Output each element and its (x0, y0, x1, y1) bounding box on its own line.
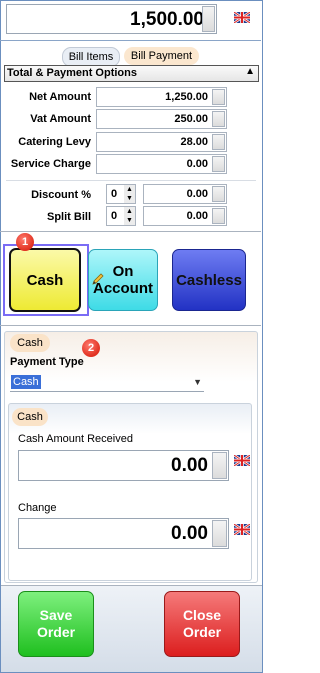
uk-flag-icon (234, 455, 250, 466)
save-order-label: Save Order (36, 607, 76, 640)
catering-levy-label: Catering Levy (18, 136, 91, 148)
net-amount-label: Net Amount (29, 91, 91, 103)
vat-amount-field: 250.00 (96, 109, 227, 129)
cash-button[interactable]: Cash (9, 248, 81, 312)
split-bill-spin-button[interactable] (212, 208, 225, 224)
cash-button-label: Cash (26, 271, 64, 289)
cashless-button[interactable]: Cashless (172, 249, 246, 311)
change-label: Change (18, 502, 57, 514)
split-bill-up-icon[interactable]: ▲ (124, 207, 135, 216)
tab-cash[interactable]: Cash (12, 408, 48, 426)
change-field: 0.00 (18, 518, 229, 549)
pencil-icon (91, 272, 105, 286)
net-amount-spin-button[interactable] (212, 89, 225, 105)
payment-type-value: Cash (11, 375, 41, 389)
net-amount-value: 1,250.00 (165, 91, 208, 103)
payment-type-select[interactable]: Cash ▼ (10, 373, 204, 392)
tab-bill-items[interactable]: Bill Items (62, 47, 120, 67)
split-bill-down-icon[interactable]: ▼ (124, 216, 135, 225)
uk-flag-icon (234, 12, 250, 23)
catering-levy-value: 28.00 (180, 136, 208, 148)
summary-divider (6, 180, 256, 181)
change-value: 0.00 (171, 523, 208, 544)
net-amount-field: 1,250.00 (96, 87, 227, 107)
catering-levy-spin-button[interactable] (212, 134, 225, 150)
service-charge-spin-button[interactable] (212, 156, 225, 172)
cash-received-value: 0.00 (171, 455, 208, 476)
change-spin-button[interactable] (212, 520, 227, 547)
discount-count: 0 (111, 188, 118, 200)
chevron-down-icon[interactable]: ▼ (193, 377, 202, 387)
payment-type-label: Payment Type (10, 356, 84, 368)
service-charge-value: 0.00 (186, 158, 208, 170)
cash-received-spin-button[interactable] (212, 452, 227, 479)
split-bill-count: 0 (111, 210, 118, 222)
vat-amount-label: Vat Amount (30, 113, 91, 125)
discount-down-icon[interactable]: ▼ (124, 194, 135, 203)
split-bill-label: Split Bill (47, 211, 91, 223)
save-order-button[interactable]: Save Order (18, 591, 94, 657)
close-order-label: Close Order (182, 607, 222, 640)
discount-spin-button[interactable] (212, 186, 225, 202)
cash-sub-group (8, 403, 252, 581)
options-divider (0, 231, 261, 232)
cash-received-field[interactable]: 0.00 (18, 450, 229, 481)
service-charge-label: Service Charge (10, 158, 91, 170)
buttons-divider (0, 325, 261, 326)
step-badge-1: 1 (16, 233, 34, 251)
header-divider (0, 40, 261, 41)
tab-bill-payment[interactable]: Bill Payment (124, 47, 199, 65)
discount-label: Discount % (31, 189, 91, 201)
discount-up-icon[interactable]: ▲ (124, 185, 135, 194)
service-charge-field: 0.00 (96, 154, 227, 174)
vat-amount-value: 250.00 (174, 113, 208, 125)
collapse-icon[interactable]: ▲ (245, 66, 255, 77)
close-order-button[interactable]: Close Order (164, 591, 240, 657)
catering-levy-field: 28.00 (96, 132, 227, 152)
section-title: Total & Payment Options (7, 67, 137, 79)
order-total-value: 1,500.00 (130, 9, 204, 30)
vat-amount-spin-button[interactable] (212, 111, 225, 127)
tab-cash-group[interactable]: Cash (10, 334, 50, 352)
section-header[interactable]: Total & Payment Options ▲ (4, 65, 259, 82)
split-bill-amount-value: 0.00 (186, 210, 208, 222)
cashless-button-label: Cashless (176, 271, 242, 289)
discount-amount-value: 0.00 (186, 188, 208, 200)
cash-received-label: Cash Amount Received (18, 433, 133, 445)
uk-flag-icon (234, 524, 250, 535)
order-total-field: 1,500.00 (6, 4, 217, 34)
total-spin-button[interactable] (202, 6, 215, 32)
step-badge-2: 2 (82, 339, 100, 357)
